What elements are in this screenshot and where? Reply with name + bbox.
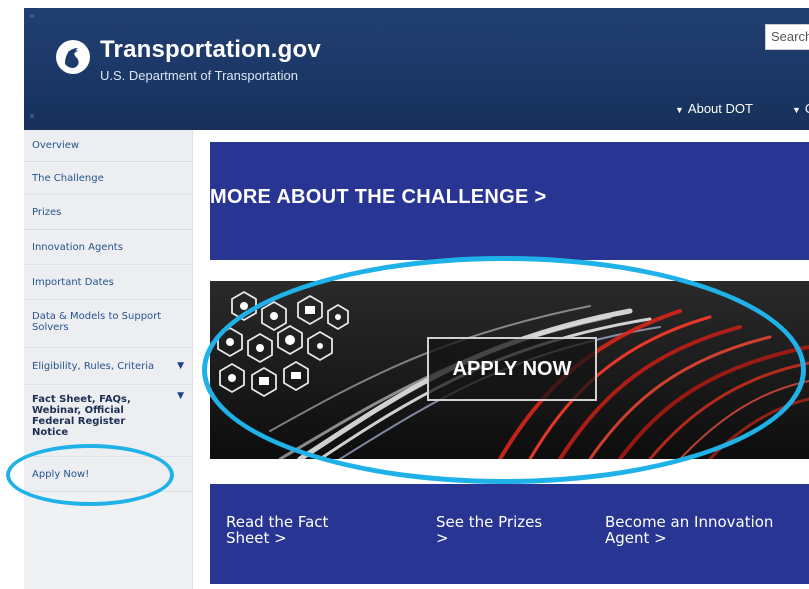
apply-now-button[interactable]: APPLY NOW	[427, 337, 597, 401]
become-innovation-agent-link[interactable]: Become an Innovation Agent >	[605, 514, 805, 546]
sidebar-item-label: Overview	[32, 140, 80, 151]
sidebar-nav: Overview The Challenge Prizes Innovation…	[24, 130, 193, 589]
nav-label: O	[805, 101, 809, 116]
nav-label: About DOT	[687, 101, 753, 116]
caret-down-icon[interactable]: ▼	[177, 391, 184, 402]
caret-down-icon: ▼	[675, 105, 684, 115]
challenge-heading: MORE ABOUT THE CHALLENGE >	[210, 186, 547, 208]
search-input[interactable]: Search	[765, 24, 809, 50]
sidebar-item-label: Eligibility, Rules, Criteria	[32, 361, 155, 372]
nav-item-partial[interactable]: ▼O	[792, 101, 809, 116]
sidebar-item-overview[interactable]: Overview	[24, 130, 192, 162]
more-about-challenge-panel[interactable]: MORE ABOUT THE CHALLENGE >	[210, 142, 809, 260]
sidebar-item-label: Important Dates	[32, 277, 114, 288]
cta-panel: Read the Fact Sheet > See the Prizes > B…	[210, 484, 809, 584]
site-title[interactable]: Transportation.gov	[100, 36, 321, 64]
corner-dot	[30, 114, 34, 118]
sidebar-item-label: Data & Models to Support Solvers	[32, 311, 162, 333]
caret-down-icon[interactable]: ▼	[177, 349, 184, 383]
apply-now-banner[interactable]: APPLY NOW	[210, 281, 809, 459]
sidebar-item-fact-sheet[interactable]: Fact Sheet, FAQs, Webinar, Official Fede…	[24, 386, 192, 457]
sidebar-item-the-challenge[interactable]: The Challenge	[24, 163, 192, 195]
sidebar-item-innovation-agents[interactable]: Innovation Agents	[24, 231, 192, 265]
site-subtitle: U.S. Department of Transportation	[100, 68, 298, 83]
corner-dot	[30, 14, 34, 18]
sidebar-item-data-models[interactable]: Data & Models to Support Solvers	[24, 301, 192, 348]
sidebar-item-eligibility[interactable]: Eligibility, Rules, Criteria ▼	[24, 349, 192, 385]
nav-about-dot[interactable]: ▼ About DOT	[675, 101, 753, 116]
sidebar-item-label: Apply Now!	[32, 469, 90, 480]
sidebar-item-apply-now[interactable]: Apply Now!	[24, 458, 192, 492]
sidebar-item-label: Prizes	[32, 207, 62, 218]
sidebar-item-prizes[interactable]: Prizes	[24, 196, 192, 230]
site-header: Transportation.gov U.S. Department of Tr…	[24, 8, 809, 130]
sidebar-item-important-dates[interactable]: Important Dates	[24, 266, 192, 300]
sidebar-item-label: The Challenge	[32, 173, 104, 184]
read-fact-sheet-link[interactable]: Read the Fact Sheet >	[226, 514, 376, 546]
dot-logo-icon[interactable]	[56, 40, 90, 74]
see-prizes-link[interactable]: See the Prizes >	[436, 514, 556, 546]
sidebar-item-label: Fact Sheet, FAQs, Webinar, Official Fede…	[32, 394, 131, 438]
caret-down-icon: ▼	[792, 105, 801, 115]
sidebar-item-label: Innovation Agents	[32, 242, 123, 253]
